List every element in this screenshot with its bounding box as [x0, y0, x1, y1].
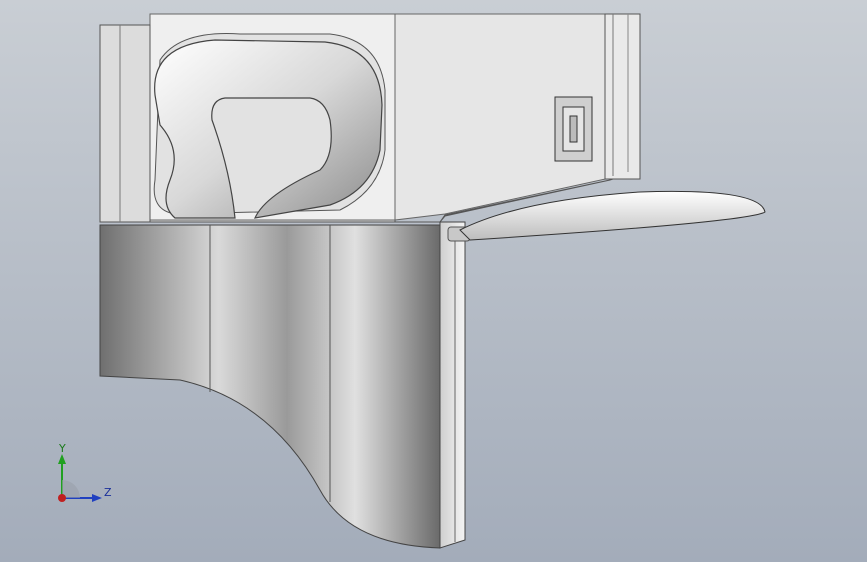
- slot-core: [569, 115, 578, 143]
- right-flange: [604, 13, 641, 180]
- y-axis-label: Y: [59, 442, 66, 455]
- side-plate[interactable]: [439, 221, 466, 549]
- x-axis-dot: [58, 494, 66, 502]
- model-canvas[interactable]: [0, 0, 867, 562]
- y-axis-arrow: [58, 454, 66, 464]
- z-axis-arrow: [92, 494, 102, 502]
- z-axis-label: Z: [104, 486, 112, 499]
- axis-triad[interactable]: Y Z: [52, 440, 122, 510]
- cad-viewport[interactable]: Y Z: [0, 0, 867, 562]
- left-flange: [99, 24, 151, 223]
